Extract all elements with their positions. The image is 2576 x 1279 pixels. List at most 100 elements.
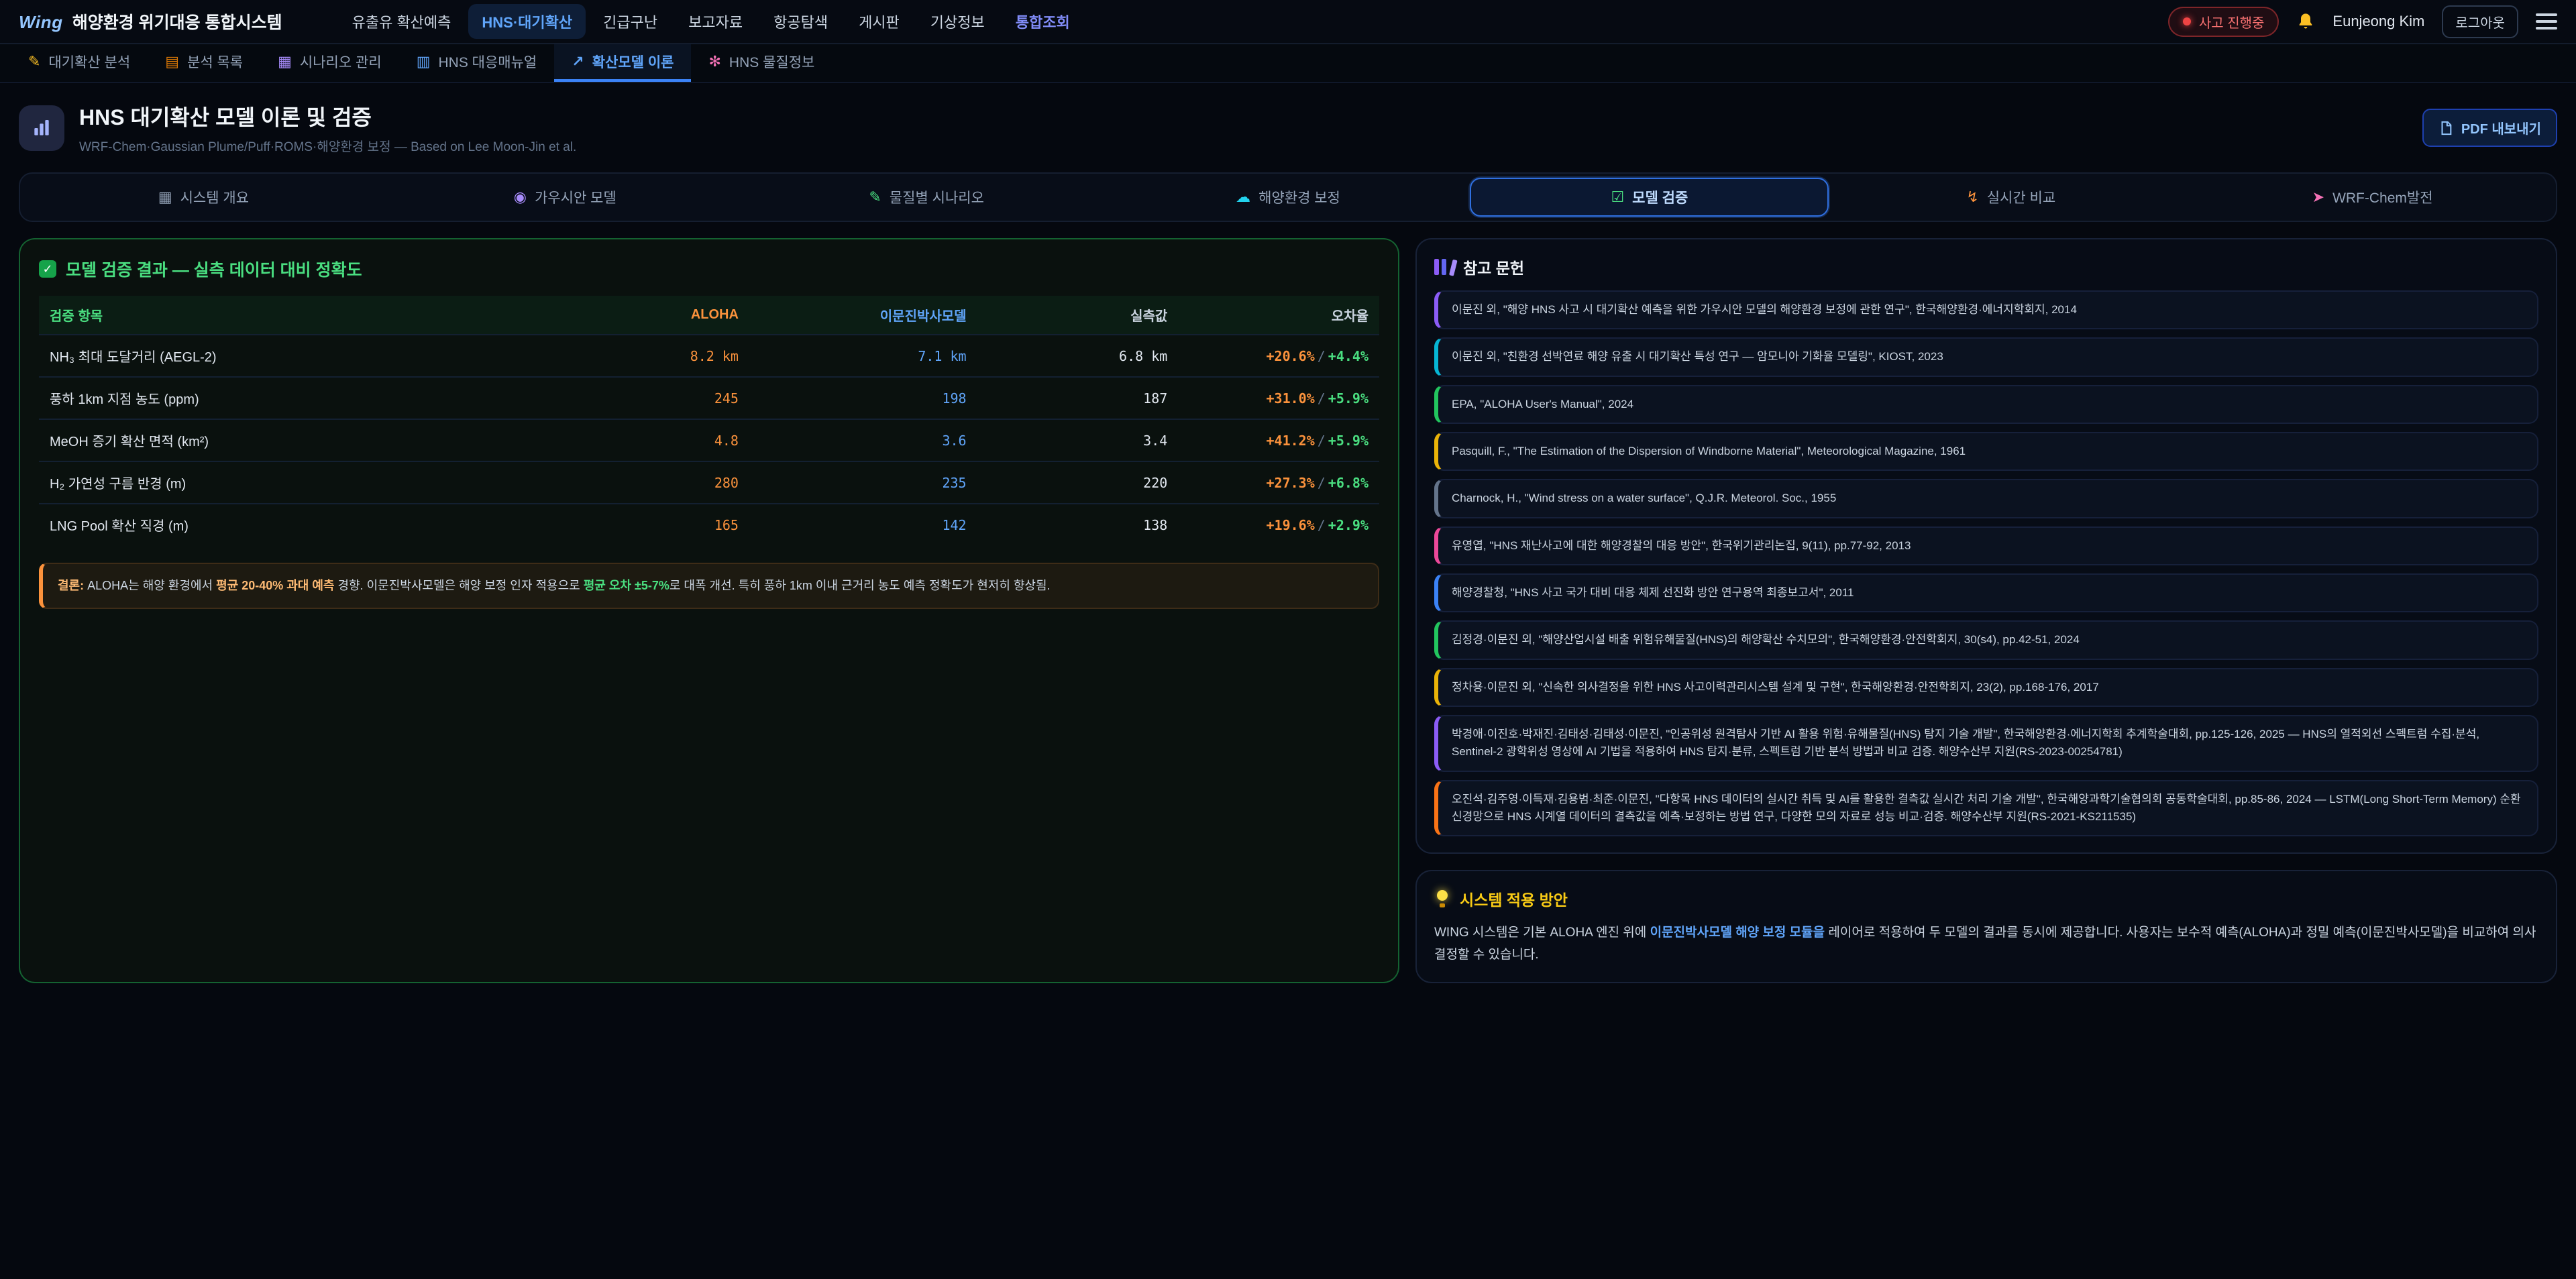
table-row: MeOH 증기 확산 면적 (km²) 4.8 3.6 3.4 +41.2%/+…: [39, 419, 1379, 461]
conclusion-note: 결론: ALOHA는 해양 환경에서 평균 20-40% 과대 예측 경향. 이…: [39, 563, 1379, 609]
reference-item[interactable]: 김정경·이문진 외, "해양산업시설 배출 위험유해물질(HNS)의 해양확산 …: [1434, 620, 2538, 659]
col-header-model: 이문진박사모델: [749, 296, 977, 335]
subnav-item-label: HNS 물질정보: [729, 52, 814, 72]
nav-item[interactable]: HNS·대기확산: [468, 4, 586, 39]
model-value: 235: [749, 461, 977, 504]
tab-icon: ➤: [2312, 190, 2324, 205]
page-header: HNS 대기확산 모델 이론 및 검증 WRF-Chem·Gaussian Pl…: [0, 83, 2576, 170]
tab[interactable]: ↯ 실시간 비교: [1831, 178, 2190, 217]
model-error-rate: +4.4%: [1328, 348, 1368, 364]
subnav-item[interactable]: ✎ 대기확산 분석: [11, 44, 148, 82]
tab-icon: ↯: [1966, 190, 1978, 205]
subnav-item[interactable]: ▦ 시나리오 관리: [260, 44, 399, 82]
chart-icon: [19, 105, 64, 151]
error-rates: +19.6%/+2.9%: [1178, 504, 1379, 545]
reference-item[interactable]: 오진석·김주영·이득재·김용범·최준·이문진, "다항목 HNS 데이터의 실시…: [1434, 780, 2538, 837]
aloha-value: 245: [548, 377, 749, 419]
error-separator: /: [1315, 517, 1328, 533]
tab[interactable]: ☁ 해양환경 보정: [1109, 178, 1468, 217]
table-row: H₂ 가연성 구름 반경 (m) 280 235 220 +27.3%/+6.8…: [39, 461, 1379, 504]
section-tabs: ▦ 시스템 개요 ◉ 가우시안 모델 ✎ 물질별 시나리오 ☁ 해양환경 보정 …: [19, 172, 2557, 222]
tab-icon: ☑: [1611, 190, 1624, 205]
subnav-item[interactable]: ↗ 확산모델 이론: [554, 44, 691, 82]
notification-bell-icon[interactable]: [2296, 12, 2315, 31]
error-rates: +31.0%/+5.9%: [1178, 377, 1379, 419]
subnav-item-icon: ▥: [417, 54, 431, 69]
tab[interactable]: ➤ WRF-Chem발전: [2193, 178, 2552, 217]
metric-name: MeOH 증기 확산 면적 (km²): [39, 419, 548, 461]
reference-item[interactable]: 해양경찰청, "HNS 사고 국가 대비 대응 체제 선진화 방안 연구용역 최…: [1434, 573, 2538, 612]
main-content: ✓ 모델 검증 결과 — 실측 데이터 대비 정확도 검증 항목 ALOHA 이…: [19, 238, 2557, 983]
aloha-value: 4.8: [548, 419, 749, 461]
tab-icon: ✎: [869, 190, 881, 205]
nav-item[interactable]: 유출유 확산예측: [339, 4, 465, 39]
error-separator: /: [1315, 475, 1328, 491]
references-card-title: 참고 문헌: [1434, 256, 2538, 278]
note-segment: 평균 20-40% 과대 예측: [216, 579, 334, 592]
reference-item[interactable]: 박경애·이진호·박재진·김태성·김태성·이문진, "인공위성 원격탐사 기반 A…: [1434, 715, 2538, 772]
nav-item[interactable]: 기상정보: [917, 4, 998, 39]
tab-label: 모델 검증: [1632, 187, 1688, 207]
col-header-aloha: ALOHA: [548, 296, 749, 335]
subnav-item[interactable]: ▤ 분석 목록: [148, 44, 260, 82]
reference-item[interactable]: EPA, "ALOHA User's Manual", 2024: [1434, 385, 2538, 424]
tab[interactable]: ▦ 시스템 개요: [24, 178, 383, 217]
tab[interactable]: ✎ 물질별 시나리오: [747, 178, 1106, 217]
model-value: 142: [749, 504, 977, 545]
error-separator: /: [1315, 390, 1328, 406]
nav-item[interactable]: 긴급구난: [590, 4, 671, 39]
subnav-item-icon: ✎: [28, 54, 40, 69]
reference-item[interactable]: 유영엽, "HNS 재난사고에 대한 해양경찰의 대응 방안", 한국위기관리논…: [1434, 526, 2538, 565]
reference-item[interactable]: 정차용·이문진 외, "신속한 의사결정을 위한 HNS 사고이력관리시스템 설…: [1434, 668, 2538, 707]
table-row: 풍하 1km 지점 농도 (ppm) 245 198 187 +31.0%/+5…: [39, 377, 1379, 419]
model-error-rate: +6.8%: [1328, 475, 1368, 491]
references-title-text: 참고 문헌: [1463, 256, 1524, 278]
measured-value: 138: [977, 504, 1179, 545]
brand[interactable]: Wing 해양환경 위기대응 통합시스템: [19, 9, 282, 34]
incident-badge-label: 사고 진행중: [2199, 12, 2265, 32]
reference-item[interactable]: 이문진 외, "친환경 선박연료 해양 유출 시 대기확산 특성 연구 — 암모…: [1434, 337, 2538, 376]
nav-item[interactable]: 보고자료: [675, 4, 756, 39]
logout-button[interactable]: 로그아웃: [2442, 5, 2518, 38]
reference-list: 이문진 외, "해양 HNS 사고 시 대기확산 예측을 위한 가우시안 모델의…: [1434, 290, 2538, 836]
reference-item[interactable]: Charnock, H., "Wind stress on a water su…: [1434, 479, 2538, 518]
incident-status-badge: 사고 진행중: [2168, 7, 2279, 37]
aloha-value: 8.2 km: [548, 335, 749, 377]
tab[interactable]: ☑ 모델 검증: [1470, 178, 1829, 217]
measured-value: 220: [977, 461, 1179, 504]
tab-label: 시스템 개요: [180, 187, 249, 207]
user-name: Eunjeong Kim: [2332, 13, 2424, 30]
header-titles: HNS 대기확산 모델 이론 및 검증 WRF-Chem·Gaussian Pl…: [79, 101, 576, 155]
tab-label: 물질별 시나리오: [890, 187, 984, 207]
pdf-export-button[interactable]: PDF 내보내기: [2422, 109, 2557, 147]
nav-item[interactable]: 통합조회: [1002, 4, 1083, 39]
system-application-card: 시스템 적용 방안 WING 시스템은 기본 ALOHA 엔진 위에 이문진박사…: [1415, 870, 2557, 983]
note-segment: 로 대폭 개선. 특히 풍하 1km 이내 근거리 농도 예측 정확도가 현저히…: [669, 579, 1051, 592]
references-card: 참고 문헌 이문진 외, "해양 HNS 사고 시 대기확산 예측을 위한 가우…: [1415, 238, 2557, 854]
validation-table-head: 검증 항목 ALOHA 이문진박사모델 실측값 오차율: [39, 296, 1379, 335]
document-icon: [2438, 121, 2453, 135]
subnav-item[interactable]: ✻ HNS 물질정보: [691, 44, 832, 82]
reference-item[interactable]: Pasquill, F., "The Estimation of the Dis…: [1434, 432, 2538, 471]
menu-icon[interactable]: [2536, 13, 2557, 30]
error-rates: +41.2%/+5.9%: [1178, 419, 1379, 461]
subnav-item-icon: ✻: [708, 54, 720, 69]
app-root: Wing 해양환경 위기대응 통합시스템 유출유 확산예측 HNS·대기확산 긴…: [0, 0, 2576, 983]
reference-item[interactable]: 이문진 외, "해양 HNS 사고 시 대기확산 예측을 위한 가우시안 모델의…: [1434, 290, 2538, 329]
metric-name: 풍하 1km 지점 농도 (ppm): [39, 377, 548, 419]
sub-navbar: ✎ 대기확산 분석 ▤ 분석 목록 ▦ 시나리오 관리 ▥ HNS 대응매뉴얼 …: [0, 44, 2576, 83]
tab-label: WRF-Chem발전: [2332, 187, 2432, 207]
subnav-item[interactable]: ▥ HNS 대응매뉴얼: [399, 44, 555, 82]
check-icon: ✓: [39, 260, 56, 278]
validation-table: 검증 항목 ALOHA 이문진박사모델 실측값 오차율 NH₃ 최대 도달거리 …: [39, 296, 1379, 545]
nav-item[interactable]: 항공탐색: [760, 4, 841, 39]
aloha-value: 165: [548, 504, 749, 545]
nav-item[interactable]: 게시판: [845, 4, 913, 39]
aloha-error-rate: +20.6%: [1266, 348, 1314, 364]
error-rates: +20.6%/+4.4%: [1178, 335, 1379, 377]
top-navbar: Wing 해양환경 위기대응 통합시스템 유출유 확산예측 HNS·대기확산 긴…: [0, 0, 2576, 44]
tab[interactable]: ◉ 가우시안 모델: [386, 178, 745, 217]
metric-name: LNG Pool 확산 직경 (m): [39, 504, 548, 545]
application-segment: 이문진박사모델 해양 보정 모듈을: [1650, 926, 1825, 940]
model-error-rate: +2.9%: [1328, 517, 1368, 533]
